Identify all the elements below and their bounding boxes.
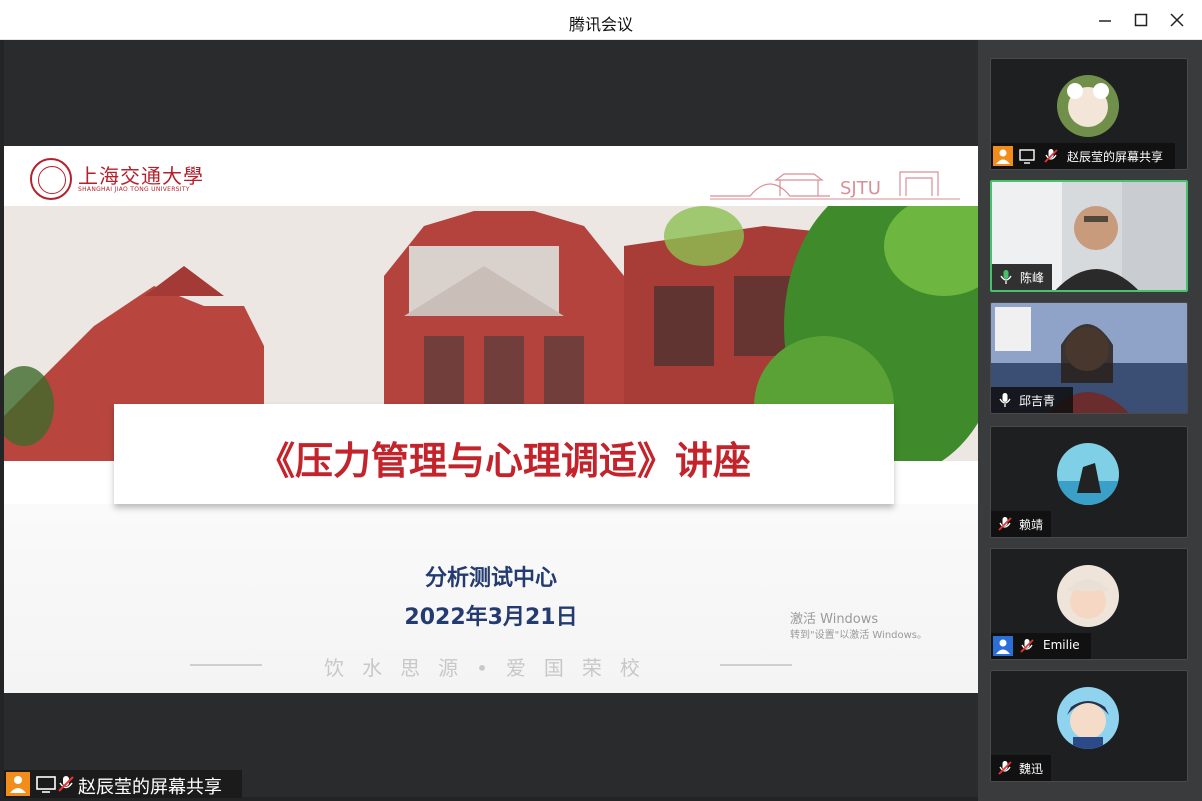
minimize-button[interactable] (1090, 6, 1120, 34)
share-owner-label: 赵辰莹的屏幕共享 (78, 777, 222, 798)
participant-name: 赖靖 (1019, 518, 1044, 532)
mic-muted-icon (1041, 146, 1061, 166)
avatar (1057, 443, 1119, 505)
participant-name: 魏迅 (1019, 762, 1044, 776)
participant-tile[interactable]: 陈峰 (990, 180, 1188, 292)
screen-share-icon (1017, 146, 1037, 166)
slide-header: 上海交通大學 SHANGHAI JIAO TONG UNIVERSITY SJT… (4, 146, 978, 206)
organizer-text: 分析测试中心 (424, 566, 557, 591)
lecture-title: 《压力管理与心理调适》讲座 (256, 439, 751, 483)
title-bar: 腾讯会议 (0, 0, 1202, 40)
window-title: 腾讯会议 (568, 15, 633, 34)
university-seal-icon (30, 158, 72, 200)
sjtu-mark-text: SJTU (840, 178, 881, 199)
mic-muted-icon (54, 772, 78, 796)
lecture-title-banner: 《压力管理与心理调适》讲座 (114, 404, 894, 504)
participant-name-tag: Emilie (991, 633, 1091, 659)
participant-name: 陈峰 (1020, 271, 1045, 285)
participant-tile[interactable]: 邱吉青 (990, 302, 1188, 414)
close-icon (1170, 13, 1184, 27)
mic-muted-icon (995, 758, 1015, 778)
avatar (1057, 565, 1119, 627)
person-icon (6, 772, 30, 796)
participant-tile[interactable]: Emilie (990, 548, 1188, 660)
mic-active-icon (996, 267, 1016, 287)
participant-name-tag: 魏迅 (991, 755, 1051, 781)
university-name-en: SHANGHAI JIAO TONG UNIVERSITY (78, 186, 190, 193)
participant-name: 邱吉青 (1019, 394, 1056, 408)
person-icon (993, 146, 1013, 166)
participant-name-tag: 陈峰 (992, 264, 1052, 290)
windows-activation-hint: 转到"设置"以激活 Windows。 (790, 630, 928, 641)
participant-name-tag: 赖靖 (991, 511, 1051, 537)
participant-tile[interactable]: 魏迅 (990, 670, 1188, 782)
minimize-icon (1099, 20, 1111, 22)
avatar (1057, 75, 1119, 137)
participant-tile[interactable]: 赖靖 (990, 426, 1188, 538)
motto-divider-right (720, 664, 792, 666)
person-icon (993, 636, 1013, 656)
close-button[interactable] (1162, 6, 1192, 34)
participant-tile[interactable]: 赵辰莹的屏幕共享 (990, 58, 1188, 170)
maximize-icon (1134, 13, 1148, 27)
screen-share-indicator: 赵辰莹的屏幕共享 (4, 770, 242, 798)
participant-name: 赵辰莹的屏幕共享 (1067, 150, 1164, 164)
university-name-cn: 上海交通大學 (78, 164, 204, 188)
university-motto: 饮水思源•爱国荣校 (324, 656, 658, 680)
maximize-button[interactable] (1126, 6, 1156, 34)
windows-activation-title: 激活 Windows (790, 612, 879, 627)
sjtu-gate-logo: SJTU (710, 171, 960, 200)
mic-icon (995, 390, 1015, 410)
mic-muted-icon (1017, 636, 1037, 656)
avatar (1057, 687, 1119, 749)
participant-panel: 赵辰莹的屏幕共享 陈峰 邱吉青 赖靖 Emilie 魏迅 (978, 40, 1202, 801)
presentation-slide: 上海交通大學 SHANGHAI JIAO TONG UNIVERSITY SJT… (4, 146, 978, 693)
participant-name: Emilie (1043, 638, 1080, 652)
mic-muted-icon (995, 514, 1015, 534)
participant-name-tag: 邱吉青 (991, 387, 1073, 413)
participant-name-tag: 赵辰莹的屏幕共享 (991, 143, 1175, 169)
